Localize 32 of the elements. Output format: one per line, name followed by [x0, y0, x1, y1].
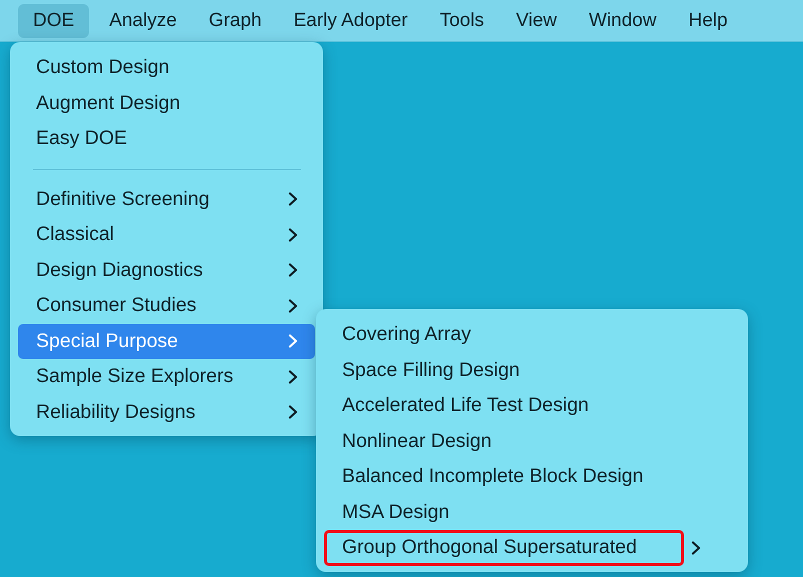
chevron-right-icon — [691, 540, 701, 555]
menu-item[interactable]: Easy DOE — [18, 121, 315, 156]
menu-item[interactable]: Space Filling Design — [324, 352, 740, 388]
menu-item[interactable]: Sample Size Explorers — [18, 359, 315, 394]
menu-item[interactable]: Augment Design — [18, 86, 315, 121]
menu-bar-item[interactable]: Early Adopter — [282, 4, 420, 38]
menu-item[interactable]: Design Diagnostics — [18, 252, 315, 288]
chevron-right-icon — [288, 405, 298, 420]
menu-bar-item[interactable]: Graph — [196, 4, 274, 38]
menu-item[interactable]: Custom Design — [18, 50, 315, 86]
menu-bar-item[interactable]: DOE — [18, 4, 90, 38]
menu-bar-item[interactable]: Analyze — [97, 4, 189, 38]
menu-item[interactable]: Balanced Incomplete Block Design — [324, 459, 740, 494]
menu-item[interactable]: Special Purpose — [18, 324, 315, 359]
menu-item[interactable]: Accelerated Life Test Design — [324, 388, 740, 424]
menu-item[interactable]: Covering Array — [324, 317, 740, 352]
menu-bar-item[interactable]: View — [504, 4, 569, 38]
menu-bar-item[interactable]: Tools — [428, 4, 496, 38]
menu-item[interactable]: Classical — [18, 217, 315, 252]
menu-item[interactable]: Reliability Designs — [18, 394, 315, 430]
chevron-right-icon — [288, 228, 298, 242]
chevron-right-icon — [288, 192, 298, 206]
menu-item[interactable]: MSA Design — [324, 494, 740, 530]
chevron-right-icon — [288, 334, 298, 348]
chevron-right-icon — [288, 263, 298, 278]
chevron-right-icon — [288, 298, 298, 313]
menu-item[interactable]: Consumer Studies — [18, 288, 315, 324]
chevron-right-icon — [288, 370, 298, 384]
menu-item[interactable]: Definitive Screening — [18, 182, 315, 217]
menu-bar-item[interactable]: Help — [676, 4, 740, 38]
menu-bar-item[interactable]: Window — [576, 4, 668, 38]
menu-item[interactable]: Nonlinear Design — [324, 424, 740, 459]
